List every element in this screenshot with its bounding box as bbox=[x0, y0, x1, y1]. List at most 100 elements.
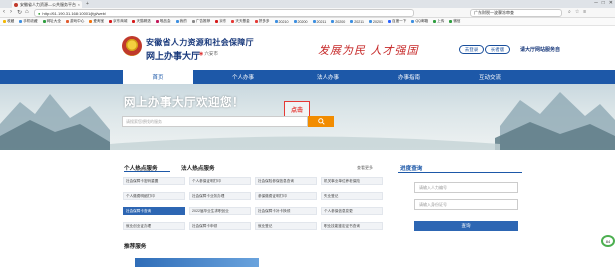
hero-search-button[interactable] bbox=[308, 116, 334, 127]
bookmark-label: 拼多多 bbox=[258, 19, 270, 23]
floating-badge[interactable]: 84 bbox=[601, 235, 615, 247]
site-favicon-icon bbox=[14, 2, 18, 7]
active-tab-underline bbox=[124, 171, 170, 172]
bookmark-item[interactable]: 20201 bbox=[369, 20, 383, 24]
bookmark-label: 我的 bbox=[179, 19, 187, 23]
bookmark-item[interactable]: 网址大全 bbox=[42, 19, 61, 24]
bookmark-item[interactable]: QQ邮箱 bbox=[411, 19, 428, 24]
hot-service-item[interactable]: 参保缴费证明打印 bbox=[255, 192, 317, 200]
url-field[interactable]: ● http://61.190.31.168:10001/jfgl/web/ bbox=[34, 9, 414, 17]
hot-service-item[interactable]: 社会保障卡业务办理 bbox=[189, 192, 251, 200]
main-nav: 首页 个人办事 法人办事 办事指南 互动交流 bbox=[0, 70, 615, 84]
bookmark-label: 唯品会 bbox=[159, 19, 171, 23]
hot-service-item[interactable]: 社会保障卡查询 bbox=[123, 207, 185, 215]
browser-toolbar-icons: ⌕ ☆ ≡ bbox=[568, 9, 586, 15]
refresh-icon[interactable]: ↻ bbox=[17, 9, 22, 16]
hot-service-item[interactable]: 社会保险参保信息查询 bbox=[255, 177, 317, 185]
minimize-icon[interactable]: ─ bbox=[594, 0, 598, 6]
progress-panel bbox=[397, 160, 523, 260]
bookmark-label: 20211 bbox=[354, 19, 364, 24]
bookmark-label: 广告推荐 bbox=[195, 19, 211, 23]
login-button[interactable]: 去登录 bbox=[459, 45, 484, 54]
hot-service-item[interactable]: 社会保障卡申领 bbox=[189, 222, 251, 230]
tab-corporate-hot[interactable]: 法人热点服务 bbox=[181, 164, 215, 172]
bookmark-item[interactable]: 天猫精选 bbox=[132, 19, 151, 24]
bookmark-item[interactable]: 20200 bbox=[331, 20, 345, 24]
nav-home[interactable]: 首页 bbox=[123, 70, 193, 84]
query-button[interactable]: 查询 bbox=[414, 221, 518, 231]
maximize-icon[interactable]: □ bbox=[602, 0, 605, 6]
menu-icon[interactable]: ≡ bbox=[583, 9, 586, 15]
bookmark-favicon-icon bbox=[254, 20, 258, 23]
hot-service-item[interactable]: 职业技能鉴定证书查询 bbox=[321, 222, 383, 230]
bookmark-label: 游戏中心 bbox=[69, 19, 85, 23]
hot-service-item[interactable]: 就业创业证办理 bbox=[123, 222, 185, 230]
hot-service-item[interactable]: 就业登记 bbox=[255, 222, 317, 230]
nav-personal[interactable]: 个人办事 bbox=[208, 70, 278, 84]
bookmark-item[interactable]: 手机收藏 bbox=[19, 19, 38, 24]
bookmark-label: 天天基金 bbox=[235, 19, 250, 23]
hot-service-item[interactable]: 社会保障卡密码重置 bbox=[123, 177, 185, 185]
bookmark-item[interactable]: 20210 bbox=[274, 20, 289, 24]
bookmark-item[interactable]: 京东 bbox=[215, 19, 226, 24]
bookmark-item[interactable]: 游戏中心 bbox=[65, 19, 85, 24]
nav-interaction[interactable]: 互动交流 bbox=[455, 70, 525, 84]
bookmark-item[interactable]: 拼多多 bbox=[254, 19, 270, 24]
lock-icon: ● bbox=[38, 10, 41, 16]
bookmark-label: 京东 bbox=[219, 19, 227, 23]
bookmark-item[interactable]: 爱淘宝 bbox=[89, 19, 104, 24]
bookmark-item[interactable]: 20211 bbox=[350, 20, 364, 24]
new-tab-button[interactable]: + bbox=[86, 1, 89, 7]
hr-number-field[interactable]: 请输入人力编号 bbox=[414, 182, 518, 193]
id-number-field[interactable]: 请输入身份证号 bbox=[414, 199, 518, 210]
site-subtitle: 网上办事大厅 bbox=[146, 51, 201, 61]
home-icon[interactable]: ⌂ bbox=[25, 9, 29, 15]
star-icon[interactable]: ☆ bbox=[575, 9, 579, 15]
progress-title: 进度查询 bbox=[400, 166, 423, 172]
hot-service-item[interactable]: 失业登记 bbox=[321, 192, 383, 200]
bookmark-item[interactable]: 京东商城 bbox=[109, 19, 127, 24]
location-selector[interactable]: ◉ 六安市 bbox=[199, 51, 218, 57]
hot-service-item[interactable]: 个人缴费明细打印 bbox=[123, 192, 185, 200]
bookmark-label: 网址大全 bbox=[46, 19, 61, 23]
nav-corporate[interactable]: 法人办事 bbox=[293, 70, 363, 84]
recommend-banner[interactable] bbox=[135, 258, 259, 267]
bookmark-item[interactable]: 唯品会 bbox=[155, 19, 171, 24]
bookmark-item[interactable]: 收藏 bbox=[3, 19, 14, 24]
bookmark-item[interactable]: 20200 bbox=[293, 20, 308, 24]
bookmark-item[interactable]: 广告推荐 bbox=[191, 19, 211, 24]
window-controls: ─ □ ✕ bbox=[594, 0, 613, 6]
tab-close-icon[interactable]: × bbox=[78, 2, 80, 7]
hot-service-item[interactable]: 社会保障卡补卡换领 bbox=[255, 207, 317, 215]
more-link[interactable]: 查看更多 bbox=[357, 165, 373, 171]
search-icon[interactable]: ⌕ bbox=[568, 9, 571, 15]
bookmark-label: 20201 bbox=[373, 19, 383, 24]
bookmark-item[interactable]: 微信 bbox=[449, 19, 461, 24]
bookmark-item[interactable]: 天天基金 bbox=[231, 19, 250, 24]
national-emblem-icon bbox=[122, 36, 142, 56]
close-window-icon[interactable]: ✕ bbox=[609, 0, 613, 6]
recommend-title: 推荐服务 bbox=[124, 244, 147, 250]
bookmark-favicon-icon bbox=[191, 20, 195, 23]
hero-search-placeholder: 请搜索您想找的服务 bbox=[126, 118, 162, 124]
bookmark-item[interactable]: 我的 bbox=[175, 19, 187, 24]
bookmark-item[interactable]: 百度一下 bbox=[388, 19, 406, 24]
browser-search-field[interactable]: 广东财税一波骤冻审查 bbox=[470, 9, 562, 17]
nav-guide[interactable]: 办事指南 bbox=[374, 70, 444, 84]
hero-search-input[interactable]: 请搜索您想找的服务 bbox=[122, 116, 308, 127]
bookmark-favicon-icon bbox=[155, 20, 159, 23]
hot-service-item[interactable]: 机关事业单位养老保险 bbox=[321, 177, 383, 185]
bookmark-label: 爱淘宝 bbox=[93, 19, 105, 23]
forward-icon[interactable]: › bbox=[10, 9, 12, 15]
elder-mode-button[interactable]: 长者版 bbox=[485, 45, 510, 54]
bookmark-favicon-icon bbox=[65, 20, 69, 23]
bookmark-item[interactable]: 上传 bbox=[433, 19, 444, 24]
hot-service-item[interactable]: 2022届毕业生求职创业 bbox=[189, 207, 251, 215]
bookmark-favicon-icon bbox=[312, 20, 316, 23]
survey-link[interactable]: 请大厅网站服务自 bbox=[520, 46, 560, 53]
browser-tab[interactable]: 安徽省人力资源—公共服务平台 × bbox=[12, 1, 82, 8]
hot-service-item[interactable]: 个人参保信息变更 bbox=[321, 207, 383, 215]
bookmark-item[interactable]: 20211 bbox=[312, 20, 326, 24]
back-icon[interactable]: ‹ bbox=[3, 9, 5, 15]
hot-service-item[interactable]: 个人参保证明打印 bbox=[189, 177, 251, 185]
